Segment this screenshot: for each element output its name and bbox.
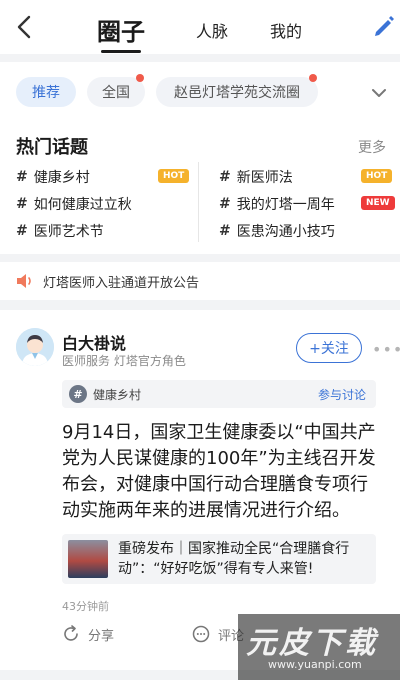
share-label: 分享 [88, 628, 115, 644]
post-body-text[interactable]: 9月14日，国家卫生健康委以“中国共产党为人民谋健康的100年”为主线召开发布会… [62, 420, 382, 524]
chevron-down-icon[interactable] [371, 87, 387, 99]
divider [198, 162, 199, 242]
speaker-icon [17, 274, 31, 288]
watermark-logo-text: 元皮下载 [246, 626, 378, 661]
topic-label: 新医师法 [236, 170, 293, 186]
topic-item[interactable]: # 医患沟通小技巧 [219, 220, 385, 242]
hot-badge: HOT [158, 169, 190, 183]
chip-national[interactable]: 全国 [87, 74, 145, 107]
join-discussion-link[interactable]: 参与讨论 [318, 386, 366, 403]
announcement-text: 灯塔医师入驻通道开放公告 [43, 276, 200, 291]
comment-icon [192, 625, 210, 643]
unread-dot [309, 74, 317, 82]
chip-recommend[interactable]: 推荐 [16, 77, 76, 107]
section-title: 热门话题 [16, 137, 88, 158]
hot-topics-section: 热门话题 更多 # 健康乡村 HOT # 如何健康过立秋 # 医师艺术节 # 新… [0, 120, 400, 254]
follow-button[interactable]: +关注 [296, 333, 362, 363]
comment-button[interactable]: 评论 [192, 622, 244, 646]
link-thumbnail [68, 540, 108, 578]
tab-mine[interactable]: 我的 [270, 18, 302, 42]
tab-connections[interactable]: 人脉 [196, 18, 228, 42]
hot-badge: HOT [361, 169, 393, 183]
unread-dot [136, 74, 144, 82]
more-options-icon[interactable]: ••• [372, 340, 400, 359]
hash-icon: # [219, 169, 231, 185]
doctor-avatar-icon [16, 328, 54, 366]
shared-link-card[interactable]: 重磅发布｜国家推动全民“合理膳食行动”：“好好吃饭”得有专人来管! [62, 534, 376, 584]
topic-label: 如何健康过立秋 [33, 197, 132, 213]
announcement-bar[interactable]: 灯塔医师入驻通道开放公告 [0, 262, 400, 300]
top-bar: 圈子 人脉 我的 [0, 0, 400, 54]
post-topic-bar[interactable]: # 健康乡村 参与讨论 [62, 380, 376, 408]
hash-icon: # [16, 196, 28, 212]
topic-item[interactable]: # 如何健康过立秋 [16, 193, 182, 215]
topic-label: 医师艺术节 [33, 224, 104, 240]
chip-label: 赵邑灯塔学苑交流圈 [174, 85, 300, 101]
share-icon [64, 625, 78, 641]
new-badge: NEW [361, 196, 395, 210]
topic-label: 我的灯塔一周年 [236, 197, 335, 213]
topic-item[interactable]: # 我的灯塔一周年 NEW [219, 193, 395, 215]
hash-icon: # [219, 223, 231, 239]
chip-local-circle[interactable]: 赵邑灯塔学苑交流圈 [156, 74, 318, 107]
topic-label: 健康乡村 [33, 170, 90, 186]
topic-item[interactable]: # 健康乡村 HOT [16, 166, 190, 188]
watermark-url: www.yuanpi.com [268, 658, 362, 671]
hash-icon: # [16, 169, 28, 185]
watermark: 元皮下载 www.yuanpi.com [238, 614, 400, 680]
post-topic-name: 健康乡村 [93, 388, 142, 402]
more-link[interactable]: 更多 [358, 137, 386, 157]
avatar[interactable] [16, 328, 54, 366]
topic-label: 医患沟通小技巧 [236, 224, 335, 240]
back-arrow-icon[interactable] [14, 14, 36, 40]
tab-circle[interactable]: 圈子 [97, 12, 145, 53]
chip-label: 全国 [102, 85, 130, 101]
chip-label: 推荐 [32, 85, 60, 101]
hash-icon: # [219, 196, 231, 212]
link-title: 重磅发布｜国家推动全民“合理膳食行动”：“好好吃饭”得有专人来管! [118, 541, 350, 577]
share-button[interactable]: 分享 [62, 622, 114, 646]
circle-filter-bar: 推荐 全国 赵邑灯塔学苑交流圈 [0, 62, 400, 120]
hash-icon: # [16, 223, 28, 239]
topic-item[interactable]: # 医师艺术节 [16, 220, 182, 242]
hash-icon: # [69, 385, 87, 403]
author-subtitle: 医师服务 灯塔官方角色 [62, 354, 186, 368]
pen-icon[interactable] [371, 13, 395, 39]
topic-item[interactable]: # 新医师法 HOT [219, 166, 393, 188]
author-name[interactable]: 白大褂说 [62, 330, 126, 354]
post-timestamp: 43分钟前 [62, 600, 109, 613]
